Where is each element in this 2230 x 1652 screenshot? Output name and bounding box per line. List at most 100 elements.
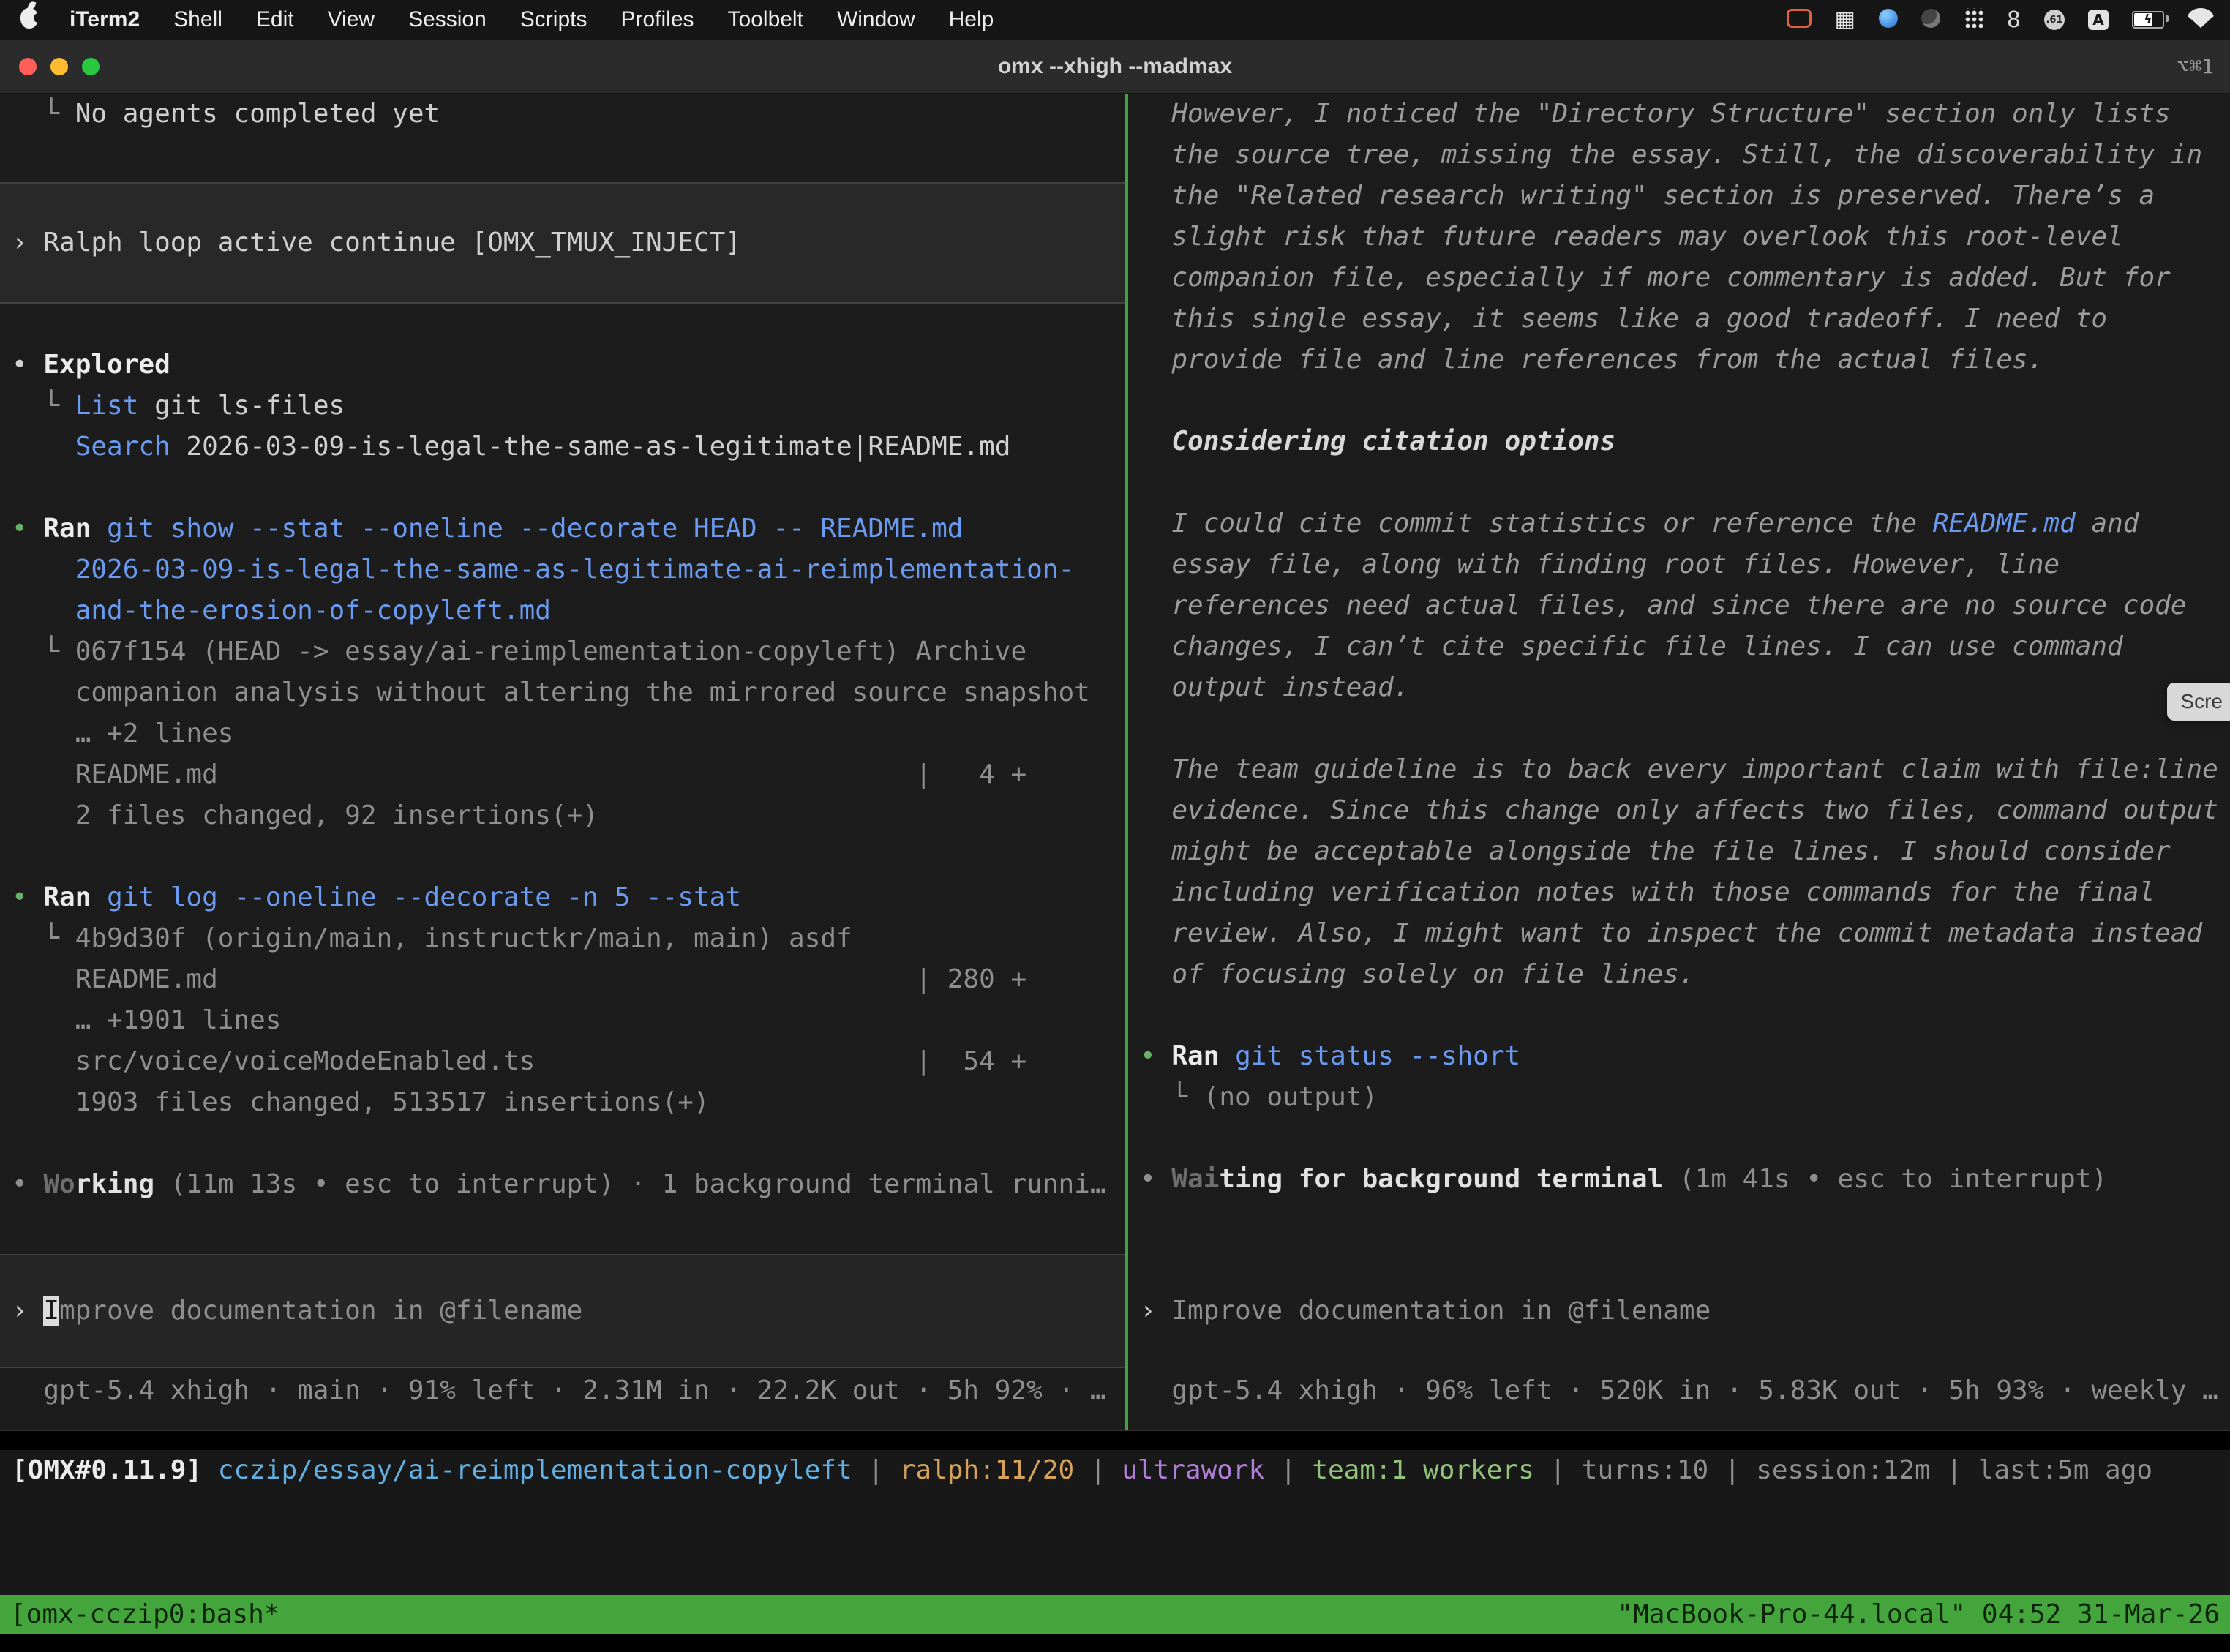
git-log-stat-voice-line: src/voice/voiceModeEnabled.ts | 54 + — [0, 1041, 1125, 1082]
menu-iterm2[interactable]: iTerm2 — [53, 7, 157, 32]
waiting-status-line: • Waiting for background terminal (1m 41… — [1128, 1159, 2230, 1200]
git-show-more-lines: … +2 lines — [0, 713, 1125, 754]
menubar: iTerm2ShellEditViewSessionScriptsProfile… — [0, 0, 2230, 40]
ran-git-status-line: • Ran git status --short — [1128, 1036, 2230, 1077]
zoom-window-button[interactable] — [82, 58, 100, 75]
close-window-button[interactable] — [19, 58, 37, 75]
figure-eight-icon[interactable]: 8 — [2007, 7, 2021, 33]
git-show-arg-wrap-line: and-the-erosion-of-copyleft.md — [0, 590, 1125, 631]
right-terminal-pane[interactable]: However, I noticed the "Directory Struct… — [1128, 94, 2230, 1430]
screen-recording-icon[interactable] — [1787, 9, 1812, 31]
git-show-commit-line: └ 067f154 (HEAD -> essay/ai-reimplementa… — [0, 631, 1125, 672]
reasoning-line: evidence. Since this change only affects… — [1128, 790, 2230, 831]
reasoning-line: including verification notes with those … — [1128, 872, 2230, 913]
menu-edit[interactable]: Edit — [239, 7, 311, 32]
dots-grid-icon[interactable] — [1964, 8, 1983, 31]
git-log-summary-line: 1903 files changed, 513517 insertions(+) — [0, 1082, 1125, 1123]
reasoning-line: The team guideline is to back every impo… — [1128, 749, 2230, 790]
left-prompt-line[interactable]: › Improve documentation in @filename — [0, 1291, 582, 1332]
git-log-stat-readme-line: README.md | 280 + — [0, 959, 1125, 1000]
omx-status-line: [OMX#0.11.9] cczip/essay/ai-reimplementa… — [0, 1450, 2230, 1491]
reasoning-line: essay file, along with finding root file… — [1128, 544, 2230, 585]
apple-menu-icon[interactable] — [13, 8, 53, 32]
tmux-status-bar: [omx-cczip0:bash* "MacBook-Pro-44.local"… — [0, 1595, 2230, 1634]
reasoning-line: references need actual files, and since … — [1128, 585, 2230, 626]
reasoning-heading-line: Considering citation options — [1128, 421, 2230, 462]
bottom-gap — [0, 1634, 2230, 1652]
blank-line — [1128, 995, 2230, 1036]
reasoning-line: this single essay, it seems like a good … — [1128, 299, 2230, 339]
reasoning-line: the source tree, missing the essay. Stil… — [1128, 135, 2230, 176]
reasoning-line: of focusing solely on file lines. — [1128, 954, 2230, 995]
dark-app-icon[interactable] — [1921, 9, 1940, 31]
menu-shell[interactable]: Shell — [157, 7, 239, 32]
window-shortcut-badge: ⌥⌘1 — [2177, 54, 2214, 78]
wifi-icon[interactable] — [2188, 8, 2214, 31]
git-show-commit-wrap-line: companion analysis without altering the … — [0, 672, 1125, 713]
reasoning-line: provide file and line references from th… — [1128, 339, 2230, 380]
window-title: omx --xhigh --madmax — [0, 54, 2230, 79]
right-pane-lines: However, I noticed the "Directory Struct… — [1128, 94, 2230, 1200]
explored-list-line: └ List git ls-files — [0, 386, 1125, 427]
menu-window[interactable]: Window — [820, 7, 932, 32]
git-show-stat-readme-line: README.md | 4 + — [0, 754, 1125, 795]
reasoning-line: changes, I can’t cite specific file line… — [1128, 626, 2230, 667]
window-controls — [0, 58, 100, 75]
omx-status-region: [OMX#0.11.9] cczip/essay/ai-reimplementa… — [0, 1450, 2230, 1595]
reasoning-line: I could cite commit statistics or refere… — [1128, 503, 2230, 544]
left-status-line: gpt-5.4 xhigh · main · 91% left · 2.31M … — [0, 1370, 1125, 1411]
menu-session[interactable]: Session — [391, 7, 503, 32]
terminal-area: └ No agents completed yet› Ralph loop ac… — [0, 94, 2230, 1431]
tmux-host-time: "MacBook-Pro-44.local" 04:52 31-Mar-26 — [1617, 1595, 2220, 1634]
reasoning-line: However, I noticed the "Directory Struct… — [1128, 94, 2230, 135]
reasoning-line: review. Also, I might want to inspect th… — [1128, 913, 2230, 954]
menubar-left: iTerm2ShellEditViewSessionScriptsProfile… — [13, 7, 1010, 32]
ran-git-show-line: • Ran git show --stat --oneline --decora… — [0, 508, 1125, 549]
reasoning-line: output instead. — [1128, 667, 2230, 708]
git-show-summary-line: 2 files changed, 92 insertions(+) — [0, 795, 1125, 836]
battery-meter-icon[interactable]: .61 — [2044, 10, 2065, 30]
right-prompt-box[interactable]: › Improve documentation in @filename — [1128, 1254, 2230, 1368]
reasoning-line: companion file, especially if more comme… — [1128, 258, 2230, 299]
keyboard-grid-icon[interactable]: ▦ — [1835, 9, 1855, 31]
menu-view[interactable]: View — [311, 7, 391, 32]
right-prompt-line[interactable]: › Improve documentation in @filename — [1128, 1291, 1711, 1332]
blank-line — [1128, 708, 2230, 749]
screen-overlay-button[interactable]: Scre — [2167, 683, 2230, 721]
blank-line — [1128, 1118, 2230, 1159]
left-terminal-pane[interactable]: └ No agents completed yet› Ralph loop ac… — [0, 94, 1125, 1430]
blank-line — [0, 135, 1125, 182]
git-show-arg-wrap-line: 2026-03-09-is-legal-the-same-as-legitima… — [0, 549, 1125, 590]
git-log-commit-line: └ 4b9d30f (origin/main, instructkr/main,… — [0, 918, 1125, 959]
menu-toolbelt[interactable]: Toolbelt — [711, 7, 820, 32]
reasoning-line: slight risk that future readers may over… — [1128, 217, 2230, 258]
blank-line — [0, 836, 1125, 877]
menubar-status-icons: ▦ 8 .61 Aϟ — [1787, 7, 2217, 33]
git-status-output-line: └ (no output) — [1128, 1077, 2230, 1118]
blue-app-icon[interactable] — [1879, 9, 1898, 31]
menu-scripts[interactable]: Scripts — [503, 7, 604, 32]
blank-line — [1128, 462, 2230, 503]
right-status-line: gpt-5.4 xhigh · 96% left · 520K in · 5.8… — [1128, 1370, 2230, 1411]
menu-profiles[interactable]: Profiles — [604, 7, 710, 32]
explored-search-line: Search 2026-03-09-is-legal-the-same-as-l… — [0, 427, 1125, 468]
left-pane-lines: └ No agents completed yet› Ralph loop ac… — [0, 94, 1125, 1205]
git-log-more-lines: … +1901 lines — [0, 1000, 1125, 1041]
tmux-session-info: [omx-cczip0:bash* — [10, 1595, 279, 1634]
working-status-line: • Working (11m 13s • esc to interrupt) ·… — [0, 1164, 1125, 1205]
menubar-menus: iTerm2ShellEditViewSessionScriptsProfile… — [53, 7, 1010, 32]
minimize-window-button[interactable] — [50, 58, 68, 75]
reasoning-line: the "Related research writing" section i… — [1128, 176, 2230, 217]
blank-line — [0, 304, 1125, 345]
blank-line — [0, 1123, 1125, 1164]
left-prompt-box[interactable]: › Improve documentation in @filename — [0, 1254, 1125, 1368]
input-source-icon[interactable]: A — [2088, 10, 2109, 30]
menu-help[interactable]: Help — [932, 7, 1011, 32]
window-titlebar[interactable]: omx --xhigh --madmax ⌥⌘1 — [0, 40, 2230, 94]
blank-line — [0, 468, 1125, 508]
ralph-loop-inject-line: › Ralph loop active continue [OMX_TMUX_I… — [0, 182, 1125, 304]
battery-icon[interactable]: ϟ — [2132, 11, 2164, 29]
ran-git-log-line: • Ran git log --oneline --decorate -n 5 … — [0, 877, 1125, 918]
explored-header-line: • Explored — [0, 345, 1125, 386]
blank-line — [1128, 380, 2230, 421]
